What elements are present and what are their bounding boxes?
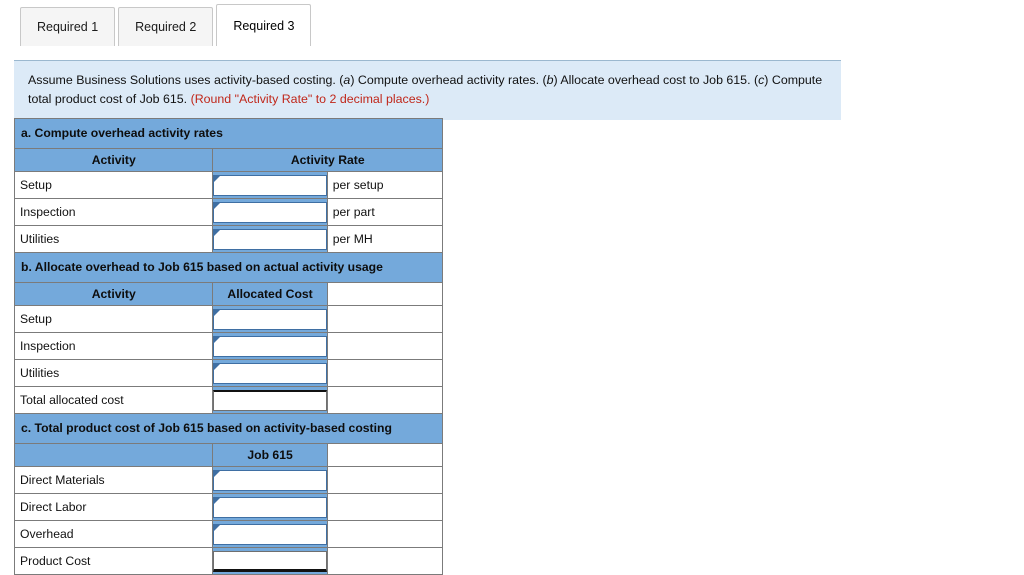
table-row: Utilities <box>13 359 444 387</box>
table-row: Product Cost <box>13 547 444 575</box>
section-a-col-activity: Activity <box>13 148 214 172</box>
section-b-row-1-spacer <box>326 332 444 360</box>
tab-required-2-label: Required 2 <box>135 20 197 34</box>
section-b-spacer-cell <box>326 282 444 306</box>
section-a-heading-row: a. Compute overhead activity rates <box>14 118 443 149</box>
section-c-row-1-input-cell[interactable] <box>212 493 328 521</box>
section-b-row-1-input-cell[interactable] <box>212 332 328 360</box>
section-c-total-input-cell[interactable] <box>212 547 328 575</box>
section-c-row-1-spacer <box>326 493 444 521</box>
cell-corner-marker-icon <box>214 363 221 370</box>
section-c-spacer-cell <box>326 443 444 467</box>
section-a-col-rate: Activity Rate <box>212 148 443 172</box>
section-c-row-2-input-cell[interactable] <box>212 520 328 548</box>
utilities-allocated-cost-input[interactable] <box>213 362 327 384</box>
section-a-heading: a. Compute overhead activity rates <box>14 118 443 149</box>
section-b-column-header-row: Activity Allocated Cost <box>13 282 444 306</box>
cell-corner-marker-icon <box>214 524 221 531</box>
cell-corner-marker-icon <box>214 336 221 343</box>
rounding-note: (Round "Activity Rate" to 2 decimal plac… <box>190 91 430 106</box>
section-b-row-0-label: Setup <box>13 305 214 333</box>
tab-bar: Required 1 Required 2 Required 3 <box>0 0 1024 46</box>
table-row: Direct Labor <box>13 493 444 521</box>
section-a-row-1-input-cell[interactable] <box>212 198 328 226</box>
section-b-total-input-cell[interactable] <box>212 386 328 414</box>
setup-allocated-cost-input[interactable] <box>213 308 327 330</box>
instruction-banner: Assume Business Solutions uses activity-… <box>14 60 841 121</box>
section-a-row-0-unit: per setup <box>326 171 444 199</box>
section-a-row-0-input-cell[interactable] <box>212 171 328 199</box>
section-c-row-2-label: Overhead <box>13 520 214 548</box>
section-b-row-2-spacer <box>326 359 444 387</box>
tab-required-3-label: Required 3 <box>233 18 295 33</box>
direct-labor-input[interactable] <box>213 496 327 518</box>
tab-required-2[interactable]: Required 2 <box>118 7 214 46</box>
cell-corner-marker-icon <box>214 175 221 182</box>
table-row: Total allocated cost <box>13 386 444 414</box>
section-a-row-1-label: Inspection <box>13 198 214 226</box>
table-row: Utilities per MH <box>13 225 444 253</box>
section-c-col-job: Job 615 <box>212 443 328 467</box>
section-c-row-2-spacer <box>326 520 444 548</box>
section-b-heading-row: b. Allocate overhead to Job 615 based on… <box>14 252 443 283</box>
section-c-heading-row: c. Total product cost of Job 615 based o… <box>14 413 443 444</box>
instruction-text-part2: ) Compute overhead activity rates. ( <box>350 73 547 87</box>
section-b-total-spacer <box>326 386 444 414</box>
product-cost-input[interactable] <box>213 550 327 572</box>
inspection-activity-rate-input[interactable] <box>213 201 327 223</box>
total-allocated-cost-input[interactable] <box>213 389 327 411</box>
section-c-row-0-label: Direct Materials <box>13 466 214 494</box>
section-a-row-0-label: Setup <box>13 171 214 199</box>
table-row: Overhead <box>13 520 444 548</box>
section-c-total-spacer <box>326 547 444 575</box>
utilities-activity-rate-input[interactable] <box>213 228 327 250</box>
table-row: Inspection <box>13 332 444 360</box>
section-b-col-activity: Activity <box>13 282 214 306</box>
tab-required-1[interactable]: Required 1 <box>20 7 116 46</box>
cell-corner-marker-icon <box>214 309 221 316</box>
section-a-column-header-row: Activity Activity Rate <box>13 148 443 172</box>
section-c-column-header-row: Job 615 <box>13 443 444 467</box>
section-c-total-label: Product Cost <box>13 547 214 575</box>
section-c-row-1-label: Direct Labor <box>13 493 214 521</box>
cell-corner-marker-icon <box>214 202 221 209</box>
section-b-heading: b. Allocate overhead to Job 615 based on… <box>14 252 443 283</box>
worksheet-table: a. Compute overhead activity rates Activ… <box>13 118 444 575</box>
section-c-row-0-spacer <box>326 466 444 494</box>
section-b-row-0-spacer <box>326 305 444 333</box>
section-b-row-0-input-cell[interactable] <box>212 305 328 333</box>
table-row: Setup <box>13 305 444 333</box>
setup-activity-rate-input[interactable] <box>213 174 327 196</box>
section-a-row-2-input-cell[interactable] <box>212 225 328 253</box>
cell-corner-marker-icon <box>214 229 221 236</box>
section-a-row-2-label: Utilities <box>13 225 214 253</box>
section-c-row-0-input-cell[interactable] <box>212 466 328 494</box>
table-row: Setup per setup <box>13 171 444 199</box>
section-b-row-2-input-cell[interactable] <box>212 359 328 387</box>
section-b-col-cost: Allocated Cost <box>212 282 328 306</box>
overhead-input[interactable] <box>213 523 327 545</box>
section-c-heading: c. Total product cost of Job 615 based o… <box>14 413 443 444</box>
table-row: Direct Materials <box>13 466 444 494</box>
section-b-row-2-label: Utilities <box>13 359 214 387</box>
cell-corner-marker-icon <box>214 470 221 477</box>
inspection-allocated-cost-input[interactable] <box>213 335 327 357</box>
section-b-total-label: Total allocated cost <box>13 386 214 414</box>
instruction-label-b: b <box>546 73 554 87</box>
direct-materials-input[interactable] <box>213 469 327 491</box>
tab-required-3[interactable]: Required 3 <box>216 4 312 46</box>
instruction-text-part3: ) Allocate overhead cost to Job 615. ( <box>553 73 759 87</box>
section-a-row-1-unit: per part <box>326 198 444 226</box>
table-row: Inspection per part <box>13 198 444 226</box>
section-a-row-2-unit: per MH <box>326 225 444 253</box>
section-b-row-1-label: Inspection <box>13 332 214 360</box>
tab-required-1-label: Required 1 <box>37 20 99 34</box>
instruction-text-part1: Assume Business Solutions uses activity-… <box>28 73 344 87</box>
section-c-col-blank <box>13 443 214 467</box>
